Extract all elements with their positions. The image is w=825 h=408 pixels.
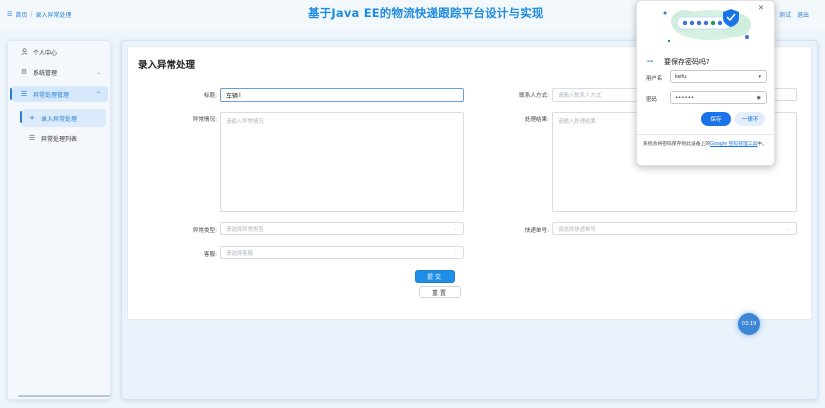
chevron-down-icon: ⌄: [786, 225, 791, 232]
sidebar-item-exception-list[interactable]: ☰ 异常处理列表: [22, 130, 106, 146]
type-select[interactable]: 请选择异常类型 ⌄: [220, 222, 464, 235]
password-illustration-icon: [663, 9, 751, 43]
sidebar-item-add-exception[interactable]: + 录入异常处理: [20, 109, 106, 127]
dialog-divider: [636, 134, 775, 135]
never-save-button[interactable]: 一律不: [735, 112, 765, 126]
top-right-links: 测试 退出: [779, 10, 809, 19]
breadcrumb-current: 录入异常处理: [35, 12, 72, 19]
floating-timer-button[interactable]: 03:19: [738, 313, 760, 335]
sidebar-item-label: 录入异常处理: [41, 115, 78, 123]
sidebar-item-label: 系统管理: [33, 69, 58, 77]
sidebar-item-label: 个人中心: [33, 49, 58, 57]
dropdown-arrow-icon: ▾: [758, 73, 761, 80]
password-value: ••••••: [675, 94, 695, 101]
tracking-label: 快递单号:: [524, 228, 549, 234]
chevron-up-icon: ⌃: [95, 90, 101, 98]
title-label: 标题:: [203, 93, 217, 99]
sidebar-item-profile[interactable]: 个人中心: [12, 44, 108, 60]
service-select-placeholder: 请选择客服: [226, 250, 253, 257]
chevron-down-icon: ⌄: [95, 68, 101, 76]
password-field[interactable]: •••••• ◉: [670, 91, 767, 104]
breadcrumb: ☰ 首页 / 录入异常处理: [7, 10, 71, 19]
dialog-footer: 系统会将密码保存到此设备上的Google 密码管理工具中。: [643, 141, 771, 148]
save-password-button[interactable]: 保存: [701, 112, 731, 126]
chevron-down-icon: ⌄: [453, 249, 458, 256]
result-label: 处理结果:: [524, 117, 549, 123]
tracking-select-placeholder: 请选择快递单号: [558, 226, 596, 233]
username-select[interactable]: kefu ▾: [670, 70, 767, 83]
situation-label: 异常情况:: [192, 117, 217, 123]
password-manager-link[interactable]: Google 密码管理工具: [710, 142, 757, 147]
close-icon[interactable]: ✕: [758, 4, 764, 12]
contact-input-end[interactable]: [775, 88, 797, 101]
logout-link[interactable]: 退出: [797, 10, 809, 19]
reset-button[interactable]: 重置: [419, 286, 461, 298]
plus-icon: +: [29, 114, 35, 122]
sidebar-item-label: 异常处理列表: [41, 135, 78, 143]
sidebar-item-exception-mgmt[interactable]: ☰ 异常处理管理 ⌃: [10, 86, 108, 102]
sidebar-scrollbar[interactable]: [18, 395, 110, 397]
list-icon: ☰: [28, 134, 36, 142]
person-icon: [19, 47, 29, 57]
list-icon: ☰: [20, 90, 28, 98]
breadcrumb-separator: /: [30, 11, 33, 18]
type-label: 异常类型:: [192, 228, 217, 234]
title-input[interactable]: 车辆 I: [220, 88, 464, 102]
gear-icon: ⚙: [20, 68, 28, 76]
user-link[interactable]: 测试: [779, 10, 791, 19]
site-title: 基于Java EE的物流快递跟踪平台设计与实现: [308, 6, 544, 20]
situation-textarea[interactable]: 请输入异常情况: [220, 112, 464, 212]
menu-icon[interactable]: ☰: [7, 11, 12, 18]
key-icon: ⊶: [647, 58, 653, 65]
service-select[interactable]: 请选择客服 ⌄: [220, 246, 464, 259]
breadcrumb-home[interactable]: 首页: [15, 10, 27, 19]
sidebar: 个人中心 ⚙ 系统管理 ⌄ ☰ 异常处理管理 ⌃ + 录入异常处理 ☰ 异常处理…: [7, 40, 111, 400]
eye-icon[interactable]: ◉: [757, 95, 761, 101]
chevron-down-icon: ⌄: [453, 225, 458, 232]
service-label: 客服:: [203, 252, 217, 258]
footer-end-text: 中。: [757, 142, 768, 147]
username-label: 用户名: [646, 76, 663, 82]
sidebar-item-system[interactable]: ⚙ 系统管理 ⌄: [12, 64, 108, 80]
password-label: 密码: [646, 97, 657, 103]
submit-button[interactable]: 提交: [415, 270, 455, 283]
tracking-select[interactable]: 请选择快递单号 ⌄: [552, 222, 797, 235]
text-cursor-icon: I: [239, 91, 241, 99]
title-input-value: 车辆: [226, 92, 239, 100]
type-select-placeholder: 请选择异常类型: [226, 226, 264, 233]
footer-text: 系统会将密码保存到此设备上的: [643, 142, 711, 147]
sidebar-item-label: 异常处理管理: [33, 91, 70, 99]
dialog-title: 要保存密码吗?: [664, 58, 710, 66]
contact-label: 联系人方式:: [519, 93, 549, 99]
username-value: kefu: [675, 73, 687, 80]
page-title: 录入异常处理: [138, 60, 196, 71]
